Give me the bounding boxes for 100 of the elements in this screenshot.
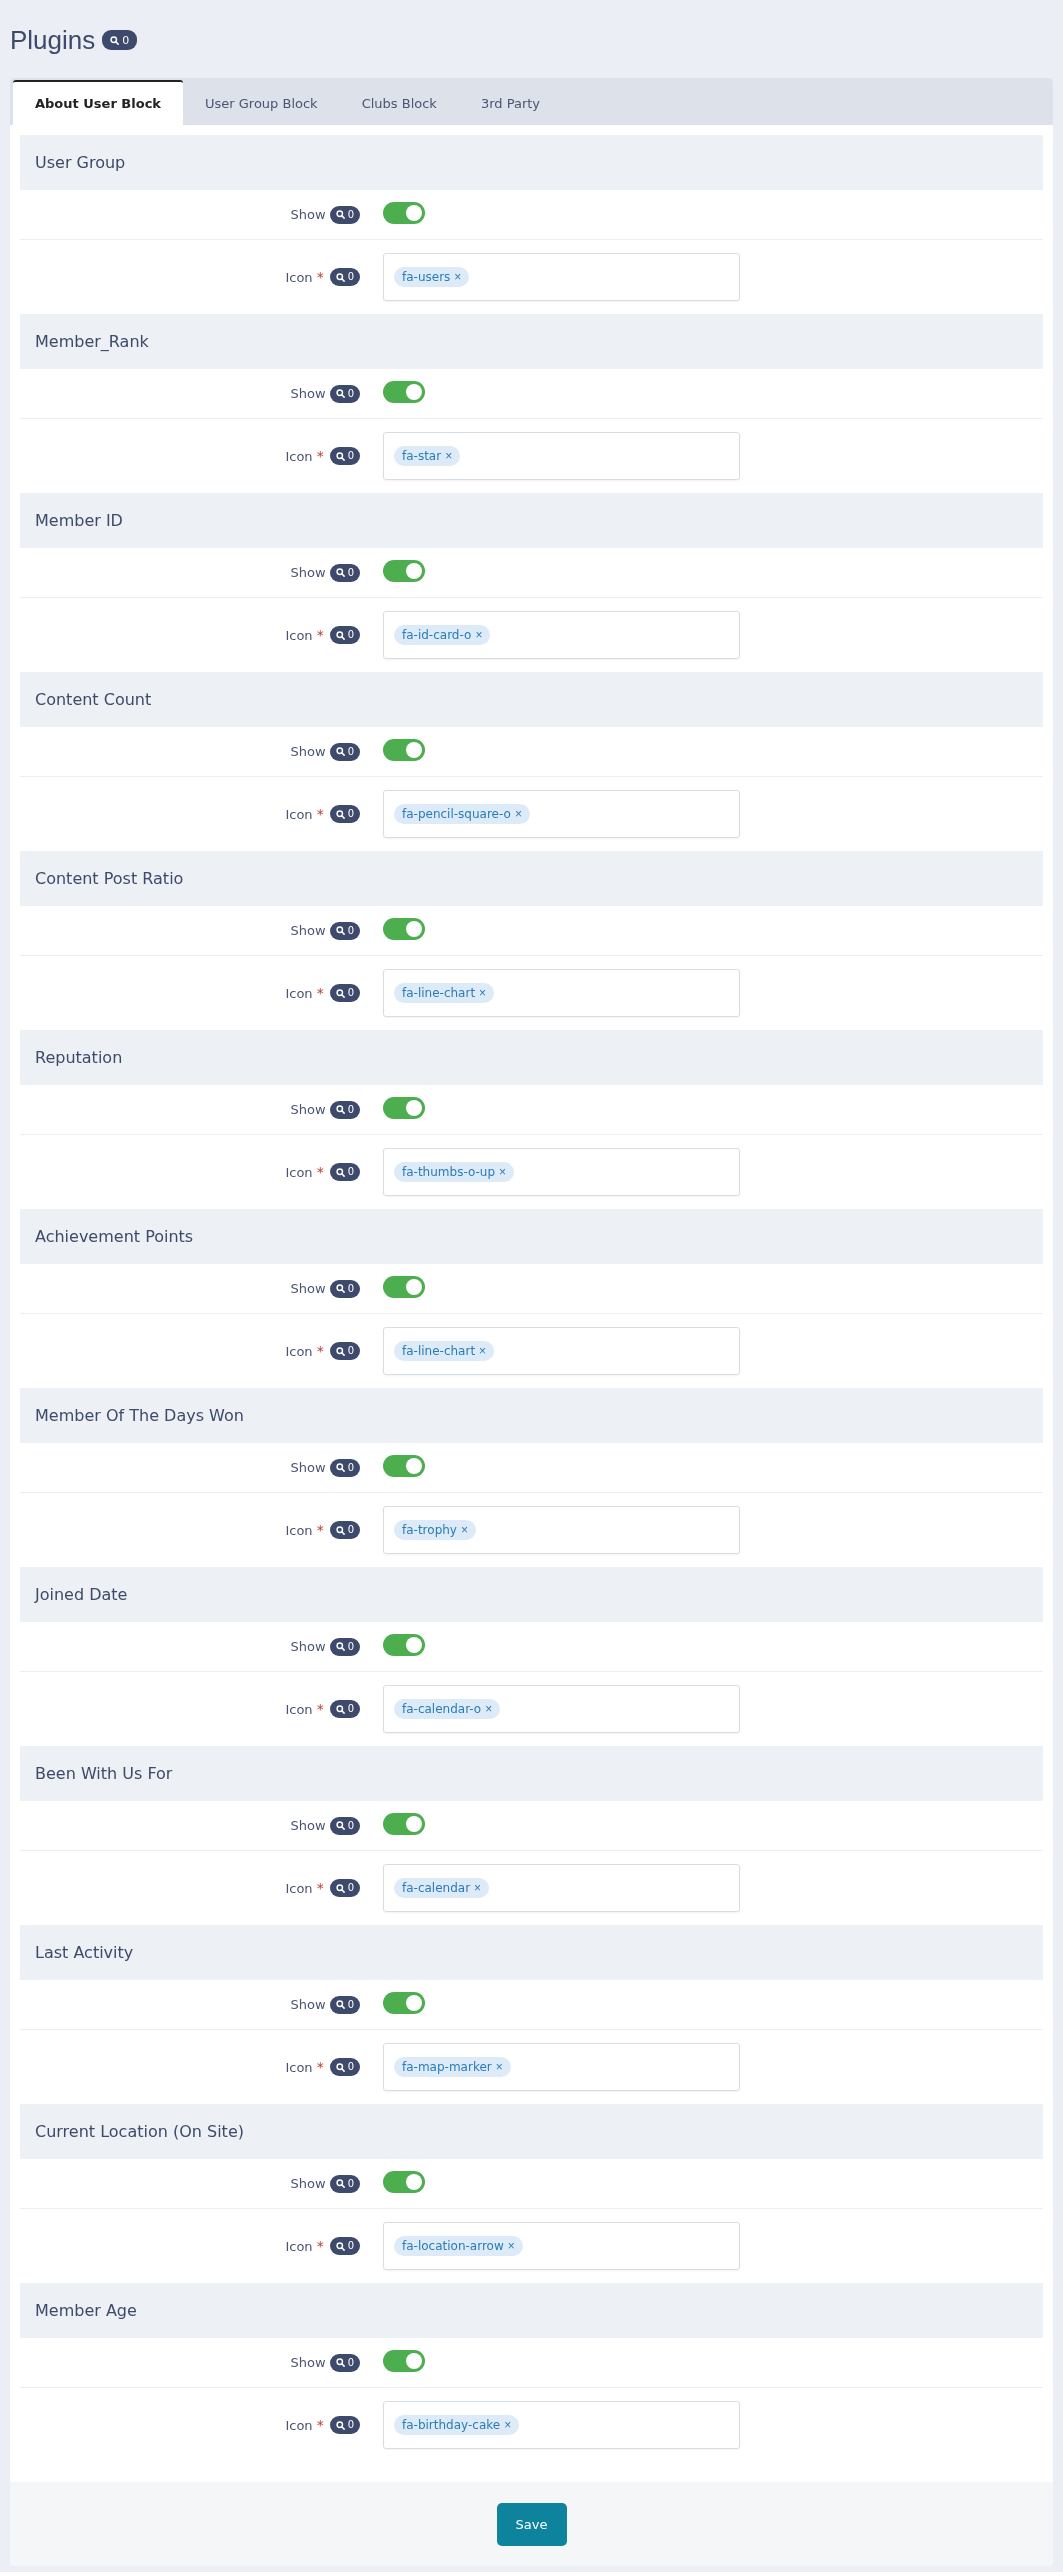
count-badge[interactable]: 0 [329,1342,360,1360]
tag-input-field[interactable]: fa-calendar × [383,1864,740,1912]
tag-text: fa-line-chart [402,1344,476,1358]
tab[interactable]: 3rd Party [458,82,563,125]
toggle-switch[interactable] [383,1633,425,1656]
count-badge[interactable]: 0 [329,1995,360,2014]
search-icon [335,272,345,282]
toggle-switch[interactable] [383,917,425,940]
count-badge[interactable]: 0 [329,2058,360,2076]
tag-input-field[interactable]: fa-users × [383,253,740,301]
tag-input-field[interactable]: fa-star × [383,432,740,480]
toggle-switch[interactable] [383,1991,425,2014]
count-badge[interactable]: 0 [329,626,360,644]
tab[interactable]: Clubs Block [339,82,459,125]
remove-tag-button[interactable]: × [445,449,453,463]
save-button[interactable]: Save [496,2502,567,2546]
tag-input-field[interactable]: fa-pencil-square-o × [383,790,740,838]
count-badge[interactable]: 0 [329,205,360,224]
field-label: Icon [285,448,313,464]
search-icon [335,1167,345,1177]
toggle-switch[interactable] [383,559,425,582]
remove-tag-button[interactable]: × [499,1165,507,1179]
search-icon [335,809,345,819]
field-label: Show [290,923,326,938]
tag-text: fa-location-arrow [402,2239,504,2253]
tag-text: fa-trophy [402,1523,457,1537]
section-title: Been With Us For [35,1764,173,1783]
search-icon [335,1704,345,1714]
count-badge[interactable]: 0 [329,1458,360,1477]
toggle-switch[interactable] [383,1812,425,1835]
tag-text: fa-id-card-o [402,628,472,642]
count-badge[interactable]: 0 [329,2416,360,2434]
tag-text: fa-birthday-cake [402,2418,501,2432]
toggle-switch[interactable] [383,380,425,403]
tag-text: fa-thumbs-o-up [402,1165,496,1179]
tab[interactable]: User Group Block [183,82,340,125]
remove-tag-button[interactable]: × [479,986,487,1000]
remove-tag-button[interactable]: × [460,1523,468,1537]
count-badge[interactable]: 0 [329,921,360,940]
toggle-switch[interactable] [383,201,425,224]
field-label: Show [290,2176,326,2191]
count-badge[interactable]: 0 [329,1637,360,1656]
toggle-switch[interactable] [383,2170,425,2193]
field-label: Icon [285,1522,313,1538]
toggle-switch[interactable] [383,738,425,761]
count-badge[interactable]: 0 [329,1279,360,1298]
tag-input-field[interactable]: fa-thumbs-o-up × [383,1148,740,1196]
tag-input-field[interactable]: fa-trophy × [383,1506,740,1554]
tag-input-field[interactable]: fa-line-chart × [383,969,740,1017]
count-badge[interactable]: 0 [329,1816,360,1835]
count-badge[interactable]: 0 [329,805,360,823]
count-badge[interactable]: 0 [329,384,360,403]
required-mark: * [316,1880,324,1896]
remove-tag-button[interactable]: × [495,2060,503,2074]
count-badge[interactable]: 0 [329,1879,360,1897]
search-icon [335,988,345,998]
field-label: Show [290,1102,326,1117]
count-badge[interactable]: 0 [329,1521,360,1539]
toggle-switch[interactable] [383,1275,425,1298]
toggle-switch[interactable] [383,2349,425,2372]
count-badge[interactable]: 0 [329,2174,360,2193]
tag-input-field[interactable]: fa-location-arrow × [383,2222,740,2270]
count-badge[interactable]: 0 [329,2353,360,2372]
remove-tag-button[interactable]: × [514,807,522,821]
remove-tag-button[interactable]: × [454,270,462,284]
count-badge[interactable]: 0 [329,2237,360,2255]
remove-tag-button[interactable]: × [474,1881,482,1895]
remove-tag-button[interactable]: × [507,2239,515,2253]
tag-input-field[interactable]: fa-calendar-o × [383,1685,740,1733]
search-icon [335,2179,345,2188]
tab[interactable]: About User Block [13,80,183,125]
field-label: Show [290,207,326,222]
required-mark: * [316,1164,324,1180]
count-badge[interactable]: 0 [329,984,360,1002]
count-badge[interactable]: 0 [329,1163,360,1181]
required-mark: * [316,2059,324,2075]
count-badge[interactable]: 0 [329,563,360,582]
count-badge[interactable]: 0 [329,447,360,465]
tag-input-field[interactable]: fa-id-card-o × [383,611,740,659]
count-badge[interactable]: 0 [102,30,138,50]
tag-input-field[interactable]: fa-birthday-cake × [383,2401,740,2449]
toggle-switch[interactable] [383,1096,425,1119]
remove-tag-button[interactable]: × [475,628,483,642]
count-badge[interactable]: 0 [329,742,360,761]
search-icon [335,1525,345,1535]
tag-input-field[interactable]: fa-map-marker × [383,2043,740,2091]
tag-input-field[interactable]: fa-line-chart × [383,1327,740,1375]
field-label: Icon [285,1343,313,1359]
field-label: Icon [285,1880,313,1896]
count-badge[interactable]: 0 [329,268,360,286]
count-badge[interactable]: 0 [329,1100,360,1119]
search-icon [335,1821,345,1830]
tag-text: fa-star [402,449,442,463]
count-badge[interactable]: 0 [329,1700,360,1718]
search-icon [335,2420,345,2430]
remove-tag-button[interactable]: × [479,1344,487,1358]
remove-tag-button[interactable]: × [504,2418,512,2432]
toggle-switch[interactable] [383,1454,425,1477]
remove-tag-button[interactable]: × [485,1702,493,1716]
section-title: Member_Rank [35,332,149,351]
